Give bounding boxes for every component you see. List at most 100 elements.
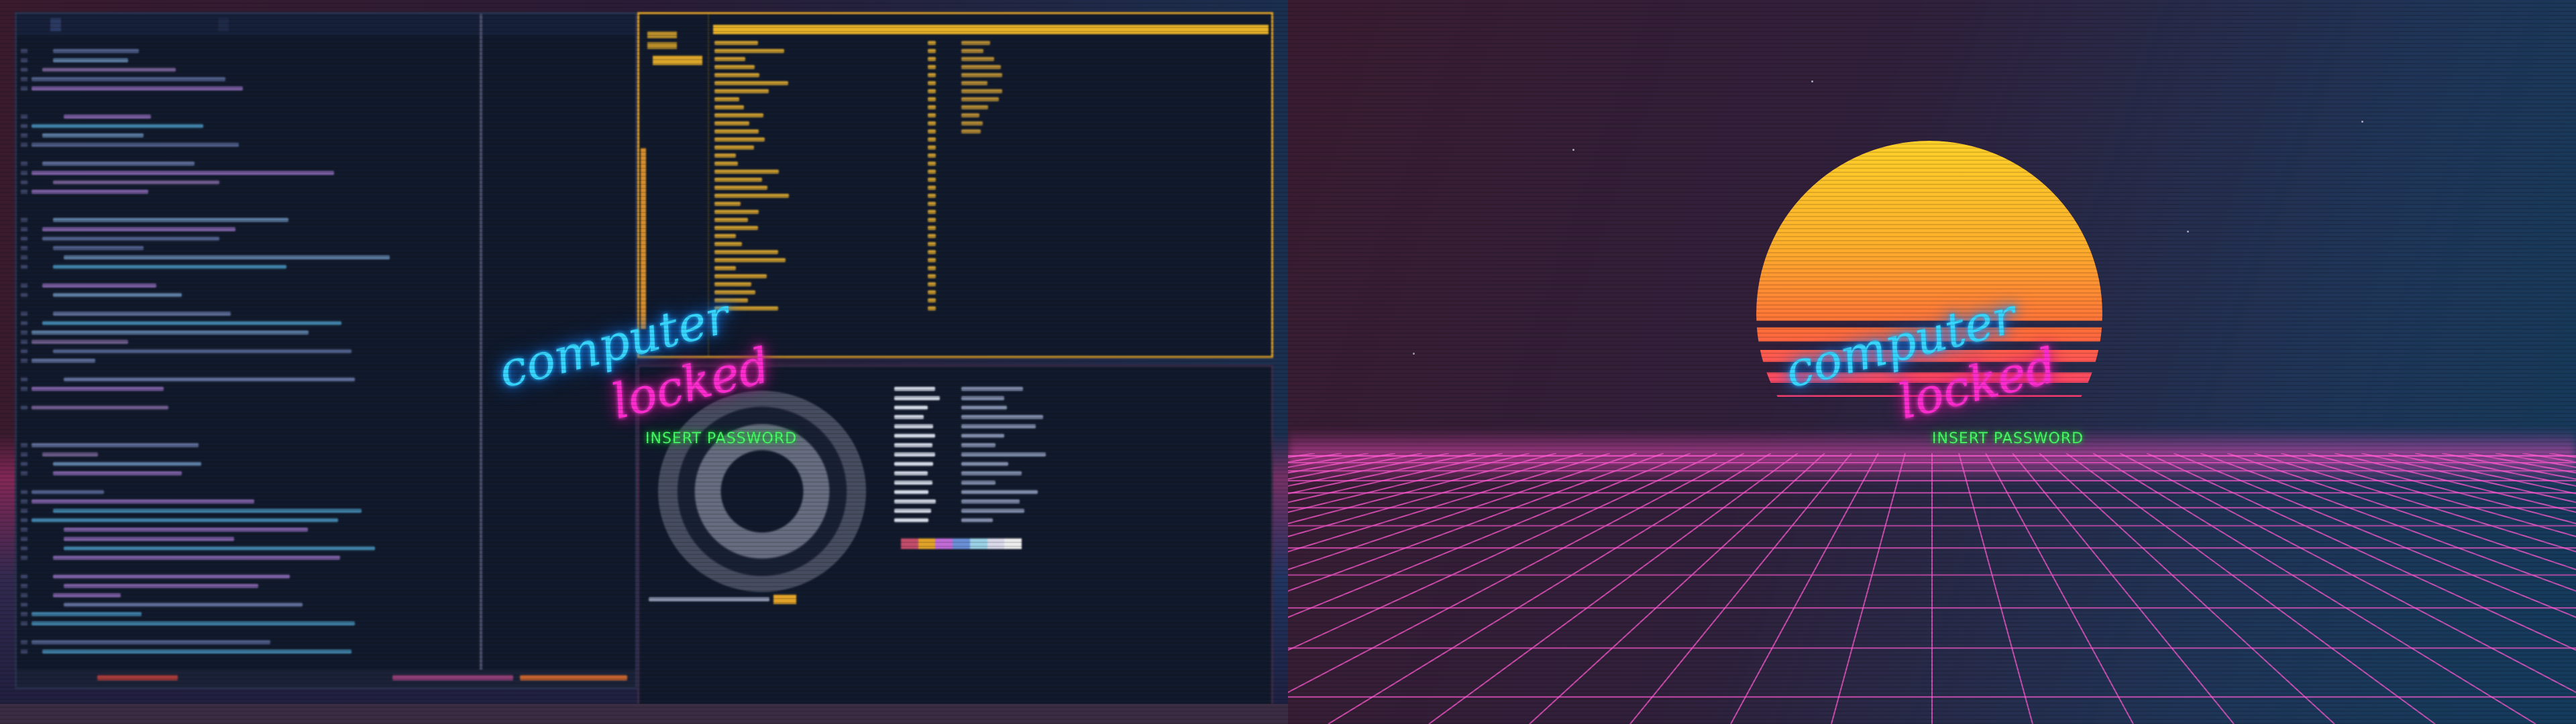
file-size xyxy=(928,298,936,302)
file-list-item[interactable] xyxy=(714,266,736,270)
star xyxy=(1572,149,1574,151)
editor-tab[interactable] xyxy=(218,18,229,32)
line-number xyxy=(21,190,28,194)
file-size xyxy=(928,170,936,174)
sysinfo-key xyxy=(894,387,935,391)
line-number xyxy=(21,518,28,522)
preview-line xyxy=(961,129,981,133)
file-size xyxy=(928,202,936,206)
line-number xyxy=(21,265,28,269)
code-line xyxy=(53,471,182,475)
file-list-item[interactable] xyxy=(714,194,789,198)
file-list-item[interactable] xyxy=(714,226,758,230)
code-line xyxy=(53,575,290,579)
parent-dir-item[interactable] xyxy=(647,32,677,38)
file-size xyxy=(928,266,936,270)
editor-tab-active[interactable] xyxy=(50,18,61,32)
file-list-item[interactable] xyxy=(714,73,759,77)
sysinfo-value xyxy=(961,443,996,447)
code-line xyxy=(53,58,128,62)
file-list-item[interactable] xyxy=(714,162,738,166)
file-list-item[interactable] xyxy=(714,258,786,262)
file-size xyxy=(928,210,936,214)
file-list-item[interactable] xyxy=(714,129,759,133)
code-line xyxy=(53,509,362,513)
line-number xyxy=(21,124,28,128)
parent-dir-item[interactable] xyxy=(647,42,677,49)
grid-line xyxy=(2065,453,2436,724)
code-line xyxy=(42,237,219,241)
file-list-item[interactable] xyxy=(714,105,744,109)
file-size xyxy=(928,258,936,262)
file-list-item[interactable] xyxy=(714,274,767,278)
preview-line xyxy=(961,41,990,45)
grid-line xyxy=(1288,453,1450,487)
file-list-item[interactable] xyxy=(714,242,742,246)
sysinfo-key xyxy=(894,443,932,447)
file-list-item[interactable] xyxy=(714,65,755,69)
editor-split-divider[interactable] xyxy=(480,14,482,687)
password-prompt[interactable]: INSERT PASSWORD xyxy=(645,430,797,447)
sysinfo-value xyxy=(961,490,1038,494)
line-number xyxy=(21,77,28,81)
line-number xyxy=(21,237,28,241)
grid-line xyxy=(1958,453,2033,724)
line-number xyxy=(21,452,28,457)
file-list-item[interactable] xyxy=(714,57,745,61)
star xyxy=(1811,80,1813,82)
file-list-item[interactable] xyxy=(714,49,784,53)
grid-line xyxy=(1288,453,1611,552)
code-line xyxy=(32,621,355,625)
file-list-item[interactable] xyxy=(714,113,763,117)
password-prompt[interactable]: INSERT PASSWORD xyxy=(1932,430,2084,447)
code-line xyxy=(64,255,390,259)
line-number xyxy=(21,218,28,222)
grid-line xyxy=(1529,453,1825,724)
editor-status-bar xyxy=(17,670,635,687)
code-line xyxy=(53,556,340,560)
line-number xyxy=(21,612,28,616)
code-line xyxy=(64,115,151,119)
file-list-item[interactable] xyxy=(714,170,779,174)
file-list-item[interactable] xyxy=(714,121,749,125)
file-list-item[interactable] xyxy=(714,145,754,149)
line-number xyxy=(21,640,28,644)
file-list-item[interactable] xyxy=(714,137,765,141)
file-list-item[interactable] xyxy=(714,186,767,190)
line-number xyxy=(21,171,28,175)
line-number xyxy=(21,462,28,466)
file-list-item[interactable] xyxy=(714,89,769,93)
file-list-item[interactable] xyxy=(714,202,741,206)
file-list-item[interactable] xyxy=(714,97,739,101)
file-list-item[interactable] xyxy=(714,282,751,286)
sysinfo-key xyxy=(894,424,933,428)
file-list-item[interactable] xyxy=(714,178,762,182)
sysinfo-value xyxy=(961,509,1024,513)
line-number xyxy=(21,593,28,597)
file-size xyxy=(928,97,936,101)
code-line xyxy=(42,227,235,231)
file-list-item[interactable] xyxy=(714,218,748,222)
star xyxy=(2187,231,2189,233)
terminal-cursor xyxy=(773,595,796,604)
file-manager-selected-row[interactable] xyxy=(713,25,1269,34)
file-list-item[interactable] xyxy=(714,250,778,254)
file-list-item[interactable] xyxy=(714,154,736,158)
code-line xyxy=(32,330,309,335)
line-number xyxy=(21,537,28,541)
selected-dir-item[interactable] xyxy=(653,56,702,65)
file-list-item[interactable] xyxy=(714,81,788,85)
file-list-item[interactable] xyxy=(714,210,759,214)
line-number xyxy=(21,49,28,53)
grid-line xyxy=(2280,453,2576,538)
grid-line xyxy=(2387,453,2576,495)
file-size xyxy=(928,306,936,310)
line-number xyxy=(21,340,28,344)
file-list-item[interactable] xyxy=(714,234,736,238)
sysinfo-key xyxy=(894,434,935,438)
line-number xyxy=(21,86,28,90)
grid-line xyxy=(2092,453,2536,724)
file-size xyxy=(928,89,936,93)
file-list-item[interactable] xyxy=(714,41,758,45)
file-size xyxy=(928,73,936,77)
